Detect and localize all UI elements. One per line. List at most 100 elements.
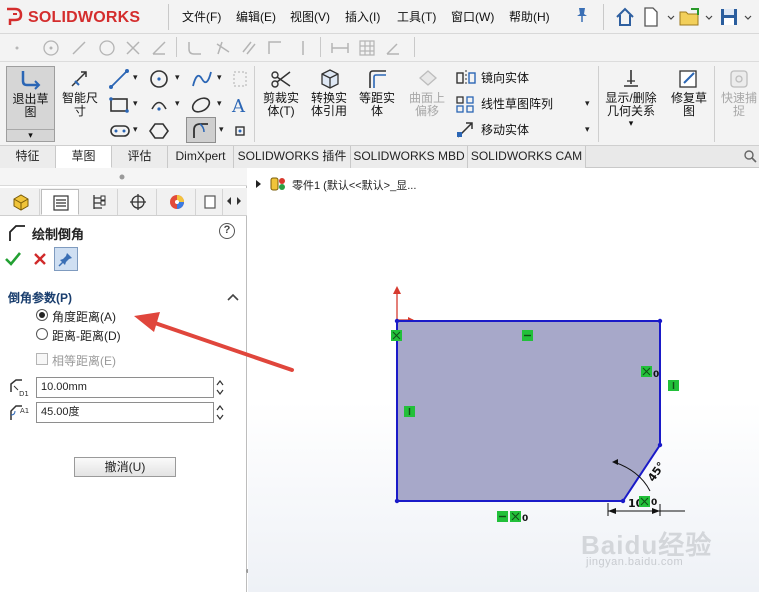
mirror-entities-button[interactable]: 镜向实体 — [455, 68, 590, 90]
sketch-profile[interactable] — [396, 320, 661, 502]
menu-tools[interactable]: 工具(T) — [397, 8, 436, 25]
text-icon[interactable]: A — [230, 94, 250, 116]
sketch-vertex[interactable] — [620, 498, 626, 504]
vertical-relation-icon[interactable] — [668, 380, 679, 391]
horizontal-relation-icon[interactable] — [522, 330, 533, 341]
polygon-icon[interactable] — [148, 120, 172, 142]
trim-entities-button[interactable]: 剪裁实 体(T) — [258, 68, 304, 118]
cancel-x-icon[interactable] — [32, 251, 48, 267]
plane-icon[interactable] — [230, 68, 250, 90]
help-button[interactable]: ? — [219, 223, 235, 239]
tab-sketch[interactable]: 草图 — [56, 146, 112, 168]
chevron-right-icon[interactable] — [234, 194, 244, 208]
distance-field[interactable]: 10.00mm — [36, 377, 214, 398]
chevron-down-icon[interactable]: ▾ — [7, 129, 54, 141]
angle-tool-icon[interactable] — [150, 39, 168, 57]
line-tool-icon[interactable] — [70, 39, 88, 57]
chevron-down-icon[interactable] — [667, 6, 675, 28]
tab-dimxpert[interactable]: DimXpert — [168, 146, 234, 168]
tab-solidworks-mbd[interactable]: SOLIDWORKS MBD — [351, 146, 468, 168]
coincident-relation-icon[interactable] — [391, 330, 402, 341]
parallel-icon[interactable] — [240, 39, 258, 57]
display-delete-relations-button[interactable]: 显示/删除 几何关系 ▾ — [600, 68, 662, 128]
configuration-manager-tab[interactable] — [80, 189, 118, 215]
circle-icon[interactable] — [148, 68, 172, 90]
angle-spinner[interactable] — [215, 402, 225, 423]
menu-edit[interactable]: 编辑(E) — [236, 8, 276, 25]
sketch-vertex[interactable] — [394, 318, 400, 324]
search-icon[interactable] — [743, 149, 757, 165]
menu-help[interactable]: 帮助(H) — [509, 8, 550, 25]
circle-outline-icon[interactable] — [98, 39, 116, 57]
panel-grip[interactable] — [0, 168, 247, 186]
chevron-down-icon[interactable]: ▾ — [600, 118, 662, 128]
feature-manager-tab[interactable] — [2, 189, 40, 215]
keep-visible-button[interactable] — [54, 247, 78, 271]
tab-solidworks-cam[interactable]: SOLIDWORKS CAM — [468, 146, 586, 168]
exit-sketch-button[interactable]: 退出草 图 ▾ — [6, 66, 55, 142]
repair-sketch-button[interactable]: 修复草 图 — [666, 68, 712, 118]
vertical-relation-icon[interactable] — [404, 406, 415, 417]
chevron-down-icon[interactable]: ▾ — [133, 124, 138, 135]
chevron-down-icon[interactable]: ▾ — [585, 98, 590, 109]
chevron-down-icon[interactable]: ▾ — [217, 98, 222, 109]
tab-features[interactable]: 特征 — [0, 146, 56, 168]
menu-view[interactable]: 视图(V) — [290, 8, 330, 25]
tab-solidworks-addins[interactable]: SOLIDWORKS 插件 — [234, 146, 351, 168]
offset-on-surface-button[interactable]: 曲面上 偏移 — [404, 68, 450, 118]
arc-icon[interactable] — [148, 94, 172, 116]
distance-spinner[interactable] — [215, 377, 225, 398]
convert-entities-button[interactable]: 转换实 体引用 — [306, 68, 352, 118]
open-folder-icon[interactable] — [678, 6, 702, 28]
property-manager-tab[interactable] — [41, 189, 79, 215]
cross-trim-icon[interactable] — [124, 39, 142, 57]
fixed-relation-icon[interactable] — [510, 511, 521, 522]
chevron-left-icon[interactable] — [224, 194, 234, 208]
rectangle-icon[interactable] — [108, 94, 132, 116]
dimxpert-manager-tab[interactable] — [119, 189, 157, 215]
angle-field[interactable]: 45.00度 — [36, 402, 214, 423]
linear-pattern-button[interactable]: 线性草图阵列 — [455, 94, 590, 116]
fixed-relation-icon[interactable] — [639, 496, 650, 507]
ellipse-icon[interactable] — [190, 94, 214, 116]
chevron-down-icon[interactable]: ▾ — [175, 72, 180, 83]
tab-evaluate[interactable]: 评估 — [112, 146, 168, 168]
circle-tool-icon[interactable] — [42, 39, 60, 57]
menu-window[interactable]: 窗口(W) — [451, 8, 494, 25]
move-entities-button[interactable]: 移动实体 — [455, 120, 590, 142]
offset-entities-button[interactable]: 等距实 体 — [354, 68, 400, 118]
chevron-down-icon[interactable] — [705, 6, 713, 28]
fixed-relation-icon[interactable] — [641, 366, 652, 377]
chevron-down-icon[interactable]: ▾ — [585, 124, 590, 135]
home-icon[interactable] — [614, 6, 636, 28]
point-icon[interactable] — [232, 122, 248, 140]
slot-icon[interactable] — [108, 120, 132, 142]
chevron-down-icon[interactable]: ▾ — [133, 72, 138, 83]
horizontal-relation-icon[interactable] — [497, 511, 508, 522]
pin-icon[interactable] — [574, 6, 590, 24]
chevron-down-icon[interactable]: ▾ — [217, 72, 222, 83]
more-tabs[interactable] — [197, 189, 223, 215]
sketch-vertex[interactable] — [394, 498, 400, 504]
vertical-line-icon[interactable] — [294, 39, 312, 57]
sketch-vertex[interactable] — [657, 442, 663, 448]
menu-insert[interactable]: 插入(I) — [345, 8, 380, 25]
quick-snaps-button[interactable]: 快速捕 捉 — [716, 68, 759, 118]
display-manager-tab[interactable] — [158, 189, 196, 215]
menu-file[interactable]: 文件(F) — [182, 8, 221, 25]
chevron-down-icon[interactable] — [744, 6, 752, 28]
spline-icon[interactable] — [190, 68, 214, 90]
ok-check-icon[interactable] — [4, 250, 22, 268]
smart-dimension-button[interactable]: 智能尺 寸 — [58, 68, 102, 118]
save-icon[interactable] — [718, 6, 740, 28]
new-document-icon[interactable] — [642, 6, 660, 28]
chevron-down-icon[interactable]: ▾ — [219, 124, 224, 135]
chevron-down-icon[interactable]: ▾ — [175, 98, 180, 109]
undo-button[interactable]: 撤消(U) — [74, 457, 176, 477]
fillet-tool-icon[interactable] — [186, 39, 204, 57]
line-icon[interactable] — [108, 68, 132, 90]
chevron-down-icon[interactable]: ▾ — [133, 98, 138, 109]
dimension-icon[interactable] — [330, 39, 350, 57]
sketch-vertex[interactable] — [657, 318, 663, 324]
grid-icon[interactable] — [358, 39, 376, 57]
